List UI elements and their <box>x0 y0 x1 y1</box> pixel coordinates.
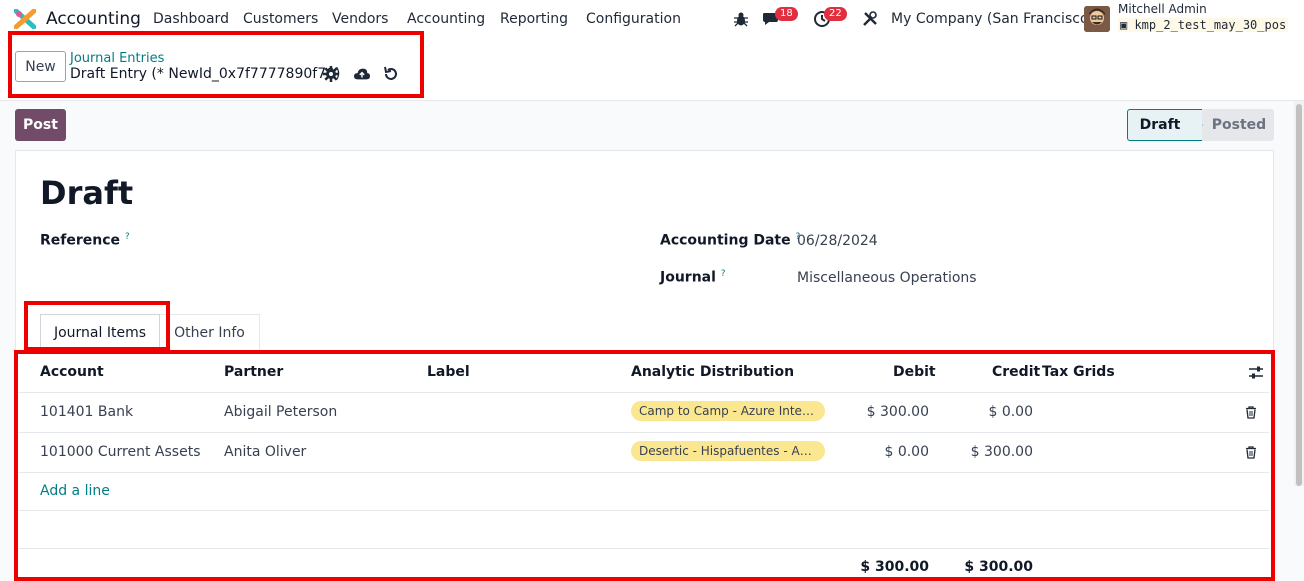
record-title: Draft <box>40 174 134 212</box>
cell-debit[interactable]: $ 0.00 <box>849 444 929 460</box>
analytic-tag[interactable]: Desertic - Hispafuentes - Az... <box>631 441 825 461</box>
col-analytic-distribution[interactable]: Analytic Distribution <box>631 364 794 380</box>
col-partner[interactable]: Partner <box>224 364 283 380</box>
delete-trash-icon[interactable] <box>1245 406 1257 419</box>
total-credit: $ 300.00 <box>964 559 1033 575</box>
add-a-line-link[interactable]: Add a line <box>40 483 110 499</box>
cell-partner[interactable]: Anita Oliver <box>224 444 306 460</box>
top-navbar: Accounting Dashboard Customers Vendors A… <box>0 0 1304 38</box>
cell-credit[interactable]: $ 300.00 <box>953 444 1033 460</box>
accounting-app-icon[interactable] <box>14 9 36 29</box>
reference-label-text: Reference <box>40 232 121 249</box>
accounting-date-label: Accounting Date ? <box>660 232 800 249</box>
col-tax-grids[interactable]: Tax Grids <box>1042 364 1115 380</box>
tab-other-info[interactable]: Other Info <box>160 314 260 352</box>
reference-label: Reference ? <box>40 232 130 249</box>
tab-journal-items[interactable]: Journal Items <box>40 314 160 352</box>
col-debit[interactable]: Debit <box>893 364 936 380</box>
help-icon[interactable]: ? <box>721 269 726 279</box>
bug-icon[interactable] <box>733 11 749 27</box>
breadcrumb-journal-entries[interactable]: Journal Entries <box>70 51 164 66</box>
user-avatar[interactable] <box>1084 6 1110 32</box>
menu-reporting[interactable]: Reporting <box>500 11 568 27</box>
new-button[interactable]: New <box>15 51 66 82</box>
messages-count-badge: 18 <box>775 7 798 21</box>
gear-icon[interactable] <box>323 66 339 82</box>
control-panel: New Journal Entries Draft Entry (* NewId… <box>0 38 1304 101</box>
col-account[interactable]: Account <box>40 364 104 380</box>
menu-configuration[interactable]: Configuration <box>586 11 681 27</box>
discard-icon[interactable] <box>383 66 399 82</box>
post-button[interactable]: Post <box>15 109 66 141</box>
database-label: kmp_2_test_may_30_pos <box>1134 18 1287 32</box>
status-draft[interactable]: Draft <box>1127 109 1202 141</box>
analytic-tag[interactable]: Camp to Camp - Azure Interior <box>631 401 825 421</box>
table-row[interactable]: 101000 Current Assets Anita Oliver Deser… <box>19 433 1269 473</box>
cell-credit[interactable]: $ 0.00 <box>953 404 1033 420</box>
menu-dashboard[interactable]: Dashboard <box>153 11 229 27</box>
cell-partner[interactable]: Abigail Peterson <box>224 404 337 420</box>
menu-vendors[interactable]: Vendors <box>332 11 388 27</box>
add-line-row <box>19 473 1269 511</box>
cell-debit[interactable]: $ 300.00 <box>849 404 929 420</box>
col-credit[interactable]: Credit <box>992 364 1040 380</box>
delete-trash-icon[interactable] <box>1245 446 1257 459</box>
optional-columns-icon[interactable] <box>1248 365 1264 381</box>
database-name: ▣ kmp_2_test_may_30_pos <box>1118 18 1289 32</box>
user-name[interactable]: Mitchell Admin <box>1118 2 1207 16</box>
journal-label-text: Journal <box>660 269 716 286</box>
table-header: Account Partner Label Analytic Distribut… <box>19 354 1269 393</box>
menu-customers[interactable]: Customers <box>243 11 318 27</box>
total-debit: $ 300.00 <box>860 559 929 575</box>
company-switcher[interactable]: My Company (San Francisco) <box>891 11 1094 27</box>
cell-account[interactable]: 101401 Bank <box>40 404 133 420</box>
accounting-date-field[interactable]: 06/28/2024 <box>797 233 878 249</box>
table-row[interactable]: 101401 Bank Abigail Peterson Camp to Cam… <box>19 393 1269 433</box>
activities-count-badge: 22 <box>824 7 847 21</box>
menu-accounting[interactable]: Accounting <box>407 11 485 27</box>
table-empty-row <box>19 511 1269 549</box>
breadcrumb-current-record: Draft Entry (* NewId_0x7f7777890f70) <box>70 66 341 82</box>
col-label[interactable]: Label <box>427 364 470 380</box>
accounting-date-label-text: Accounting Date <box>660 232 791 249</box>
journal-label: Journal ? <box>660 269 726 286</box>
journal-field[interactable]: Miscellaneous Operations <box>797 270 977 286</box>
app-name[interactable]: Accounting <box>46 9 141 29</box>
help-icon[interactable]: ? <box>125 232 130 242</box>
cell-account[interactable]: 101000 Current Assets <box>40 444 201 460</box>
scrollbar-thumb[interactable] <box>1296 104 1302 486</box>
tools-icon[interactable] <box>862 11 878 27</box>
save-cloud-icon[interactable] <box>354 66 370 82</box>
